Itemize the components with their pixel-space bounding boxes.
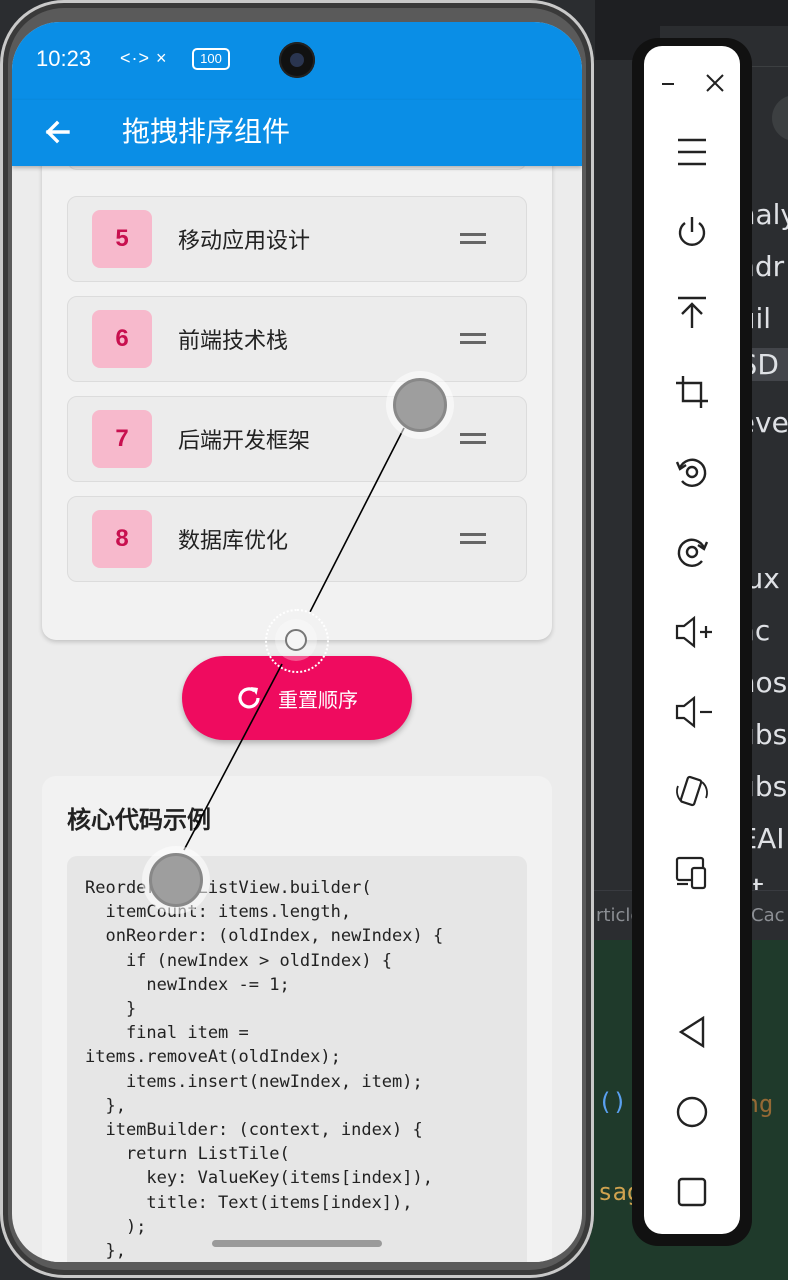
page-title: 拖拽排序组件 [122,115,291,148]
volume-down-button[interactable] [644,682,740,742]
fold-device-icon [675,856,707,890]
close-button[interactable] [692,54,740,114]
app-bar: 拖拽排序组件 [12,100,582,166]
touch-point-small [285,629,307,651]
reset-order-label: 重置顺序 [278,688,358,712]
volume-up-button[interactable] [644,602,740,662]
crop-icon [676,376,708,408]
volume-up-icon [675,615,712,649]
rotate-device-button[interactable] [644,762,740,822]
rotate-right-button[interactable] [644,522,740,582]
touch-point [393,378,447,432]
list-item[interactable]: 5 移动应用设计 [67,196,527,282]
home-indicator[interactable] [212,1240,382,1247]
minimize-button[interactable] [644,54,692,114]
back-nav-icon [678,1015,705,1049]
emulator-toolbar [644,46,740,1234]
rotate-left-button[interactable] [644,442,740,502]
list-item[interactable]: 7 后端开发框架 [67,396,527,482]
item-label: 数据库优化 [178,529,289,554]
rotate-device-icon [676,775,708,807]
menu-icon [678,138,706,166]
back-button[interactable] [38,112,78,152]
volume-down-icon [675,695,712,729]
item-number-badge: 6 [92,310,152,368]
item-number-badge: 5 [92,210,152,268]
touch-point [149,853,203,907]
overview-nav-button[interactable] [644,1162,740,1222]
upload-icon [678,296,706,328]
item-number-badge: 7 [92,410,152,468]
back-nav-button[interactable] [644,1002,740,1062]
item-number-badge: 8 [92,510,152,568]
battery-icon: 100 [192,48,230,70]
item-label: 前端技术栈 [178,329,289,354]
code-block: ReorderableListView.builder( itemCount: … [67,856,527,1262]
front-camera [279,42,315,78]
close-icon [706,74,724,92]
code-text: ReorderableListView.builder( itemCount: … [85,878,444,1262]
drag-handle-icon[interactable] [460,333,486,345]
home-nav-button[interactable] [644,1082,740,1142]
item-label: 移动应用设计 [178,229,311,254]
drag-handle-icon[interactable] [460,433,486,445]
code-example-card: 核心代码示例 ReorderableListView.builder( item… [42,776,552,1262]
reorderable-list-card: 5 移动应用设计 6 前端技术栈 7 后端开发框架 8 数据库优化 [42,112,552,640]
signal-icon: <·> × [120,48,168,68]
crop-button[interactable] [644,362,740,422]
drag-handle-icon[interactable] [460,233,486,245]
fold-device-button[interactable] [644,842,740,902]
drag-handle-icon[interactable] [460,533,486,545]
list-item[interactable]: 6 前端技术栈 [67,296,527,382]
status-bar: 10:23 <·> × 100 [12,22,582,100]
arrow-left-icon [45,120,70,144]
power-icon [678,217,706,246]
menu-button[interactable] [644,122,740,182]
rotate-left-icon [675,458,707,487]
upload-button[interactable] [644,282,740,342]
list-item[interactable]: 8 数据库优化 [67,496,527,582]
refresh-icon [238,687,260,709]
rotate-right-icon [677,538,709,567]
content-scroll[interactable]: 5 移动应用设计 6 前端技术栈 7 后端开发框架 8 数据库优化 重置顺序 核… [12,112,582,1262]
power-button[interactable] [644,202,740,262]
code-section-title: 核心代码示例 [67,806,211,834]
status-time: 10:23 [36,46,92,71]
minimize-icon [662,83,674,85]
item-label: 后端开发框架 [178,429,311,454]
overview-nav-icon [677,1177,707,1207]
home-nav-icon [676,1096,708,1128]
